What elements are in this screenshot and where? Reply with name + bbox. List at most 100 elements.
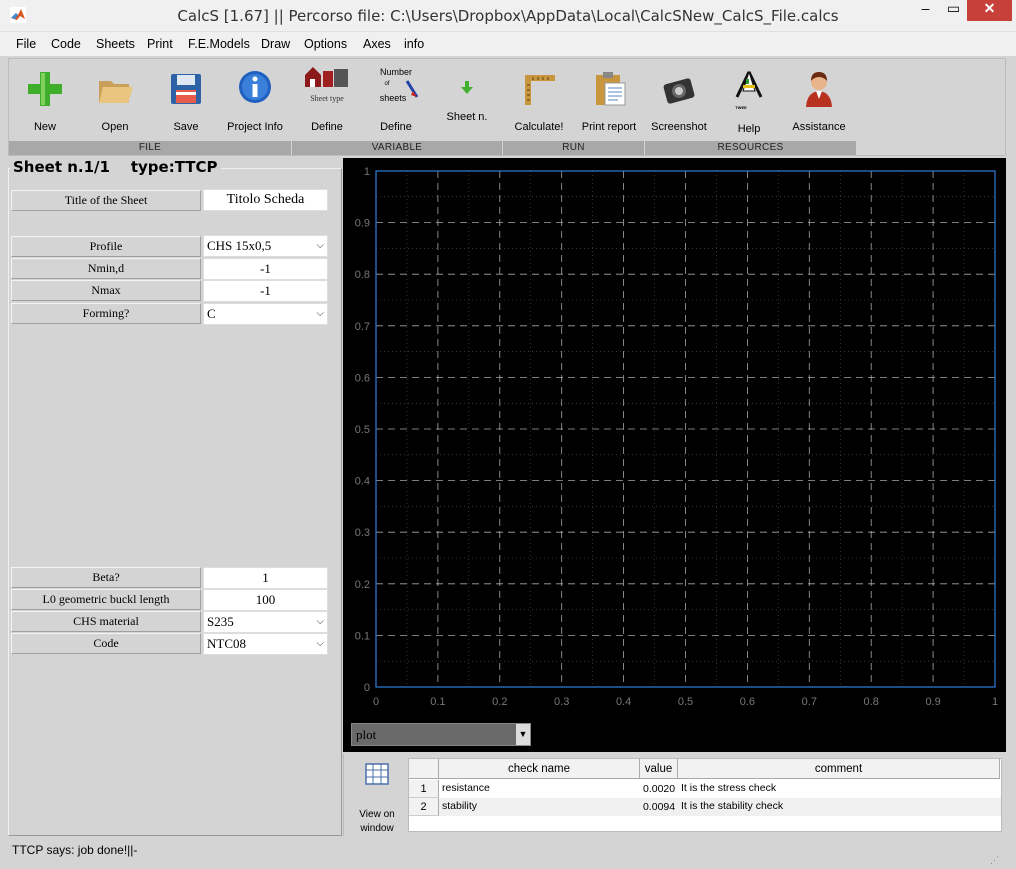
profile-label: Profile	[11, 236, 201, 257]
title-bar: CalcS [1.67] || Percorso file: C:\Users\…	[0, 0, 1016, 32]
chs-material-label: CHS material	[11, 611, 201, 632]
header-value[interactable]: value	[640, 759, 678, 779]
chevron-down-icon: ⌵	[316, 240, 324, 251]
sheet-number-button[interactable]: Sheet n.	[427, 61, 507, 141]
nmin-label: Nmin,d	[11, 258, 201, 279]
x-tick-label: 1	[992, 696, 998, 708]
minimize-button[interactable]: –	[912, 0, 939, 21]
sheet-number: Sheet n.1/1	[13, 158, 110, 176]
profile-select[interactable]: CHS 15x0,5 ⌵	[203, 235, 328, 257]
help-button[interactable]: TWEE Help	[709, 61, 789, 141]
chevron-down-icon: ▼	[516, 724, 530, 745]
save-button[interactable]: Save	[146, 61, 226, 141]
assistance-button[interactable]: Assistance	[779, 61, 859, 141]
camera-icon	[663, 78, 695, 104]
menu-code[interactable]: Code	[51, 37, 81, 51]
x-tick-label: 0.2	[492, 696, 507, 708]
y-tick-label: 0.3	[355, 527, 370, 539]
group-run: RUN	[503, 141, 644, 155]
chevron-down-icon: ⌵	[316, 308, 324, 319]
row-number: 2	[409, 798, 439, 816]
sheet-panel: Sheet n.1/1 type:TTCP Title of the Sheet…	[8, 158, 342, 836]
new-button[interactable]: New	[5, 61, 85, 141]
menu-bar: File Code Sheets Print F.E.Models Draw O…	[0, 32, 1016, 56]
menu-draw[interactable]: Draw	[261, 37, 290, 51]
row-number: 1	[409, 780, 439, 798]
x-tick-label: 0.5	[678, 696, 693, 708]
code-select[interactable]: NTC08 ⌵	[203, 633, 328, 655]
y-tick-label: 0.4	[355, 476, 370, 488]
x-tick-label: 0	[373, 696, 379, 708]
value-cell[interactable]: 0.0020	[641, 781, 679, 799]
y-tick-label: 0.7	[355, 321, 370, 333]
y-tick-label: 0.5	[355, 424, 370, 436]
forming-label: Forming?	[11, 303, 201, 324]
y-tick-label: 0.2	[355, 579, 370, 591]
print-report-button[interactable]: Print report	[569, 61, 649, 141]
menu-fe-models[interactable]: F.E.Models	[188, 37, 250, 51]
results-table[interactable]: check name value comment 1 resistance 0.…	[408, 758, 1002, 832]
beta-input[interactable]: 1	[203, 567, 328, 589]
menu-axes[interactable]: Axes	[363, 37, 391, 51]
close-button[interactable]: ✕	[967, 0, 1012, 21]
forming-select[interactable]: C ⌵	[203, 303, 328, 325]
plot-area[interactable]: 0 0.1 0.2 0.3 0.4 0.5 0.6 0.7 0.8 0.9 1 0 0.1 0.2 0.3 0…	[343, 158, 1006, 752]
open-button[interactable]: Open	[75, 61, 155, 141]
help-logo-icon	[735, 70, 763, 98]
group-file: FILE	[9, 141, 291, 155]
check-name-cell[interactable]: stability	[440, 798, 640, 816]
screenshot-button[interactable]: Screenshot	[639, 61, 719, 141]
y-tick-label: 0.9	[355, 218, 370, 230]
sheet-number-label: Sheet n.	[446, 111, 488, 123]
chevron-down-icon: ⌵	[316, 638, 324, 649]
check-name-cell[interactable]: resistance	[440, 780, 640, 798]
code-label: Code	[11, 633, 201, 654]
view-on-label: View on	[359, 809, 395, 820]
forming-value: C	[207, 306, 216, 321]
chevron-down-icon: ⌵	[316, 616, 324, 627]
l0-input[interactable]: 100	[203, 589, 328, 611]
title-of-sheet-label: Title of the Sheet	[11, 190, 201, 211]
sheet-type: type:TTCP	[130, 158, 218, 176]
menu-options[interactable]: Options	[304, 37, 347, 51]
number-of-sheets-caption-3: sheets	[379, 93, 407, 103]
header-check-name[interactable]: check name	[439, 759, 640, 779]
ruler-icon	[525, 75, 555, 105]
calculate-button[interactable]: Calculate!	[499, 61, 579, 141]
y-tick-label: 0.6	[355, 372, 370, 384]
comment-cell[interactable]: It is the stress check	[679, 780, 999, 798]
plot-type-value: plot	[356, 727, 377, 742]
menu-file[interactable]: File	[16, 37, 36, 51]
header-comment[interactable]: comment	[678, 759, 1000, 779]
view-on-window-button[interactable]: View on window	[352, 760, 402, 834]
assistance-label: Assistance	[792, 121, 846, 133]
value-cell[interactable]: 0.0094	[641, 799, 679, 817]
comment-cell[interactable]: It is the stability check	[679, 798, 999, 816]
floppy-icon	[171, 74, 201, 104]
status-text: TTCP says: job done!||-	[12, 843, 138, 857]
resize-grip-icon[interactable]: ⋰	[990, 848, 1000, 865]
clipboard-icon	[596, 72, 626, 106]
window-label: window	[360, 823, 394, 834]
help-logo-caption: TWEE	[735, 105, 747, 110]
menu-info[interactable]: info	[404, 37, 424, 51]
x-tick-label: 0.4	[616, 696, 631, 708]
project-info-label: Project Info	[227, 121, 283, 133]
menu-print[interactable]: Print	[147, 37, 173, 51]
menu-sheets[interactable]: Sheets	[96, 37, 135, 51]
group-resources: RESOURCES	[645, 141, 856, 155]
chs-material-select[interactable]: S235 ⌵	[203, 611, 328, 633]
y-tick-label: 1	[364, 166, 370, 178]
nmin-input[interactable]: -1	[203, 258, 328, 280]
maximize-button[interactable]: ▭	[940, 0, 967, 21]
nmax-input[interactable]: -1	[203, 280, 328, 302]
title-of-sheet-input[interactable]: Titolo Scheda	[203, 189, 328, 211]
toolbar: New Open Save Project Info Sheet type De…	[8, 58, 1006, 156]
plus-icon	[28, 72, 62, 106]
plot-type-select[interactable]: plot ▼	[351, 723, 531, 746]
y-tick-label: 0.1	[355, 630, 370, 642]
project-info-button[interactable]: Project Info	[215, 61, 295, 141]
define-sheet-type-label: Define	[311, 121, 343, 133]
plot-axes[interactable]: 0 0.1 0.2 0.3 0.4 0.5 0.6 0.7 0.8 0.9 1 0 0.1 0.2 0.3 0…	[343, 158, 1006, 718]
define-number-of-sheets-button[interactable]: Number of sheets Define	[356, 61, 436, 141]
